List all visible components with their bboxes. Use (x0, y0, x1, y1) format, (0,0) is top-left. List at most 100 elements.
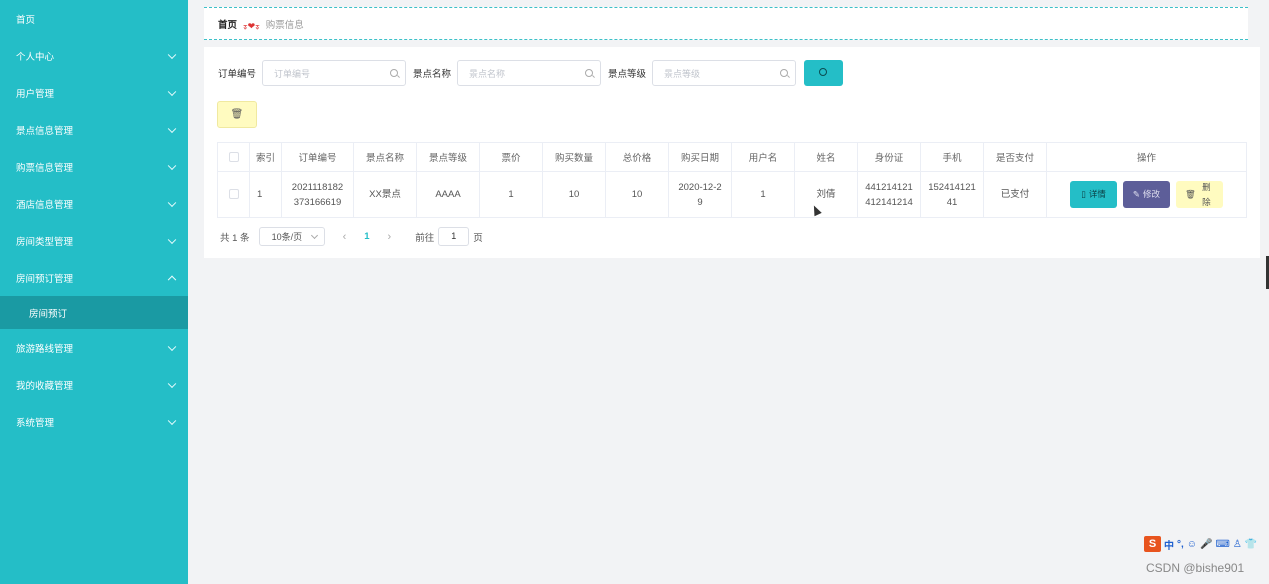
column-header: 订单编号 (281, 142, 354, 172)
chevron-down-icon (167, 416, 177, 425)
sogou-logo-icon[interactable]: S (1144, 536, 1161, 552)
table-row: 1 2021118182 373166619 XX景点 AAAA 1 10 10 … (217, 171, 1247, 218)
spot-name-input[interactable]: 景点名称 (457, 60, 602, 86)
spot-level-label: 景点等级 (608, 69, 647, 80)
column-header: 姓名 (794, 142, 858, 172)
phone-line: 152414121 (928, 181, 976, 193)
next-page-icon[interactable]: › (388, 231, 392, 243)
sidebar-item-ticket-management[interactable]: 购票信息管理 (0, 148, 188, 185)
sidebar-subitem-room-booking[interactable]: 房间预订 (0, 296, 188, 329)
sidebar-item-user-management[interactable]: 用户管理 (0, 74, 188, 111)
edit-button[interactable]: ✎ 修改 (1123, 181, 1170, 208)
goto-page-input[interactable]: 1 (438, 227, 470, 246)
row-select-cell[interactable] (217, 171, 250, 218)
date-line: 2020-12-2 (678, 181, 722, 193)
chevron-down-icon (167, 124, 177, 133)
order-no-cell: 2021118182 373166619 (281, 171, 354, 218)
id-card-line: 412141214 (865, 196, 913, 208)
chevron-down-icon (167, 161, 177, 170)
sidebar-item-room-booking-management[interactable]: 房间预订管理 (0, 259, 188, 296)
sidebar-item-label: 个人中心 (16, 51, 55, 63)
select-all-header[interactable] (217, 142, 250, 172)
emoji-icon[interactable]: ☺ (1187, 539, 1197, 550)
column-header: 购买日期 (668, 142, 732, 172)
spot-level-input[interactable]: 景点等级 (652, 60, 797, 86)
order-no-input[interactable]: 订单编号 (262, 60, 407, 86)
column-header: 身份证 (857, 142, 921, 172)
goto-label: 前往 (415, 232, 435, 244)
user-icon[interactable]: ♙ (1233, 539, 1242, 550)
page-size-select[interactable]: 10条/页 (258, 227, 325, 246)
phone-line: 41 (946, 196, 958, 208)
keyboard-icon[interactable]: ⌨ (1215, 539, 1229, 550)
page-size-value: 10条/页 (271, 232, 303, 242)
id-card-line: 441214121 (865, 181, 913, 193)
search-button[interactable] (804, 60, 844, 86)
sidebar-item-favorites-management[interactable]: 我的收藏管理 (0, 366, 188, 403)
breadcrumb-separator: ᢌ❤ᢌ (243, 20, 260, 31)
search-icon (390, 69, 399, 77)
chevron-up-icon (167, 275, 177, 284)
sidebar-item-label: 房间预订管理 (16, 273, 74, 285)
spot-name-cell: XX景点 (353, 171, 417, 218)
lang-indicator[interactable]: 中 (1164, 537, 1174, 552)
prev-page-icon[interactable]: ‹ (343, 231, 347, 243)
punctuation-icon[interactable]: °, (1177, 539, 1184, 550)
orders-table: 索引 订单编号 景点名称 景点等级 票价 购买数量 总价格 购买日期 用户名 姓… (217, 142, 1247, 218)
quantity-cell: 10 (542, 171, 606, 218)
actions-cell: ▯ 详情 ✎ 修改 🗑 删除 (1046, 171, 1247, 218)
chevron-down-icon (167, 379, 177, 388)
detail-label: 详情 (1088, 189, 1106, 199)
index-cell: 1 (249, 171, 282, 218)
delete-button[interactable]: 🗑 删除 (1176, 181, 1223, 208)
detail-button[interactable]: ▯ 详情 (1070, 181, 1117, 208)
search-form: 订单编号 订单编号 景点名称 景点名称 景点等级 景点等级 (218, 60, 844, 86)
chevron-down-icon (167, 50, 177, 59)
chevron-down-icon (167, 87, 177, 96)
spot-level-placeholder: 景点等级 (664, 68, 701, 79)
column-header: 总价格 (605, 142, 669, 172)
column-header: 景点名称 (353, 142, 417, 172)
column-header: 手机 (920, 142, 984, 172)
sidebar-item-system-management[interactable]: 系统管理 (0, 403, 188, 440)
column-header: 索引 (249, 142, 282, 172)
sidebar-item-label: 系统管理 (16, 417, 55, 429)
sidebar-item-hotel-management[interactable]: 酒店信息管理 (0, 185, 188, 222)
chevron-down-icon (167, 235, 177, 244)
column-header: 景点等级 (416, 142, 480, 172)
shirt-icon[interactable]: 👕 (1245, 539, 1257, 550)
name-cell: 刘倩 (794, 171, 858, 218)
total-cell: 10 (605, 171, 669, 218)
date-cell: 2020-12-2 9 (668, 171, 732, 218)
select-all-checkbox[interactable] (228, 151, 239, 162)
total-count: 共 1 条 (220, 232, 250, 244)
sidebar-item-spot-management[interactable]: 景点信息管理 (0, 111, 188, 148)
chevron-down-icon (167, 342, 177, 351)
search-icon (780, 69, 789, 77)
sidebar-item-travel-route-management[interactable]: 旅游路线管理 (0, 329, 188, 366)
chevron-down-icon (310, 231, 318, 240)
breadcrumb-home[interactable]: 首页 (218, 17, 237, 31)
microphone-icon[interactable]: 🎤 (1200, 539, 1212, 550)
sidebar-item-room-type-management[interactable]: 房间类型管理 (0, 222, 188, 259)
column-header: 票价 (479, 142, 543, 172)
spot-level-cell: AAAA (416, 171, 480, 218)
column-header: 用户名 (731, 142, 795, 172)
price-cell: 1 (479, 171, 543, 218)
sidebar-item-personal-center[interactable]: 个人中心 (0, 37, 188, 74)
sidebar-item-home[interactable]: 首页 (0, 0, 188, 37)
sidebar-item-label: 房间类型管理 (16, 236, 74, 248)
page-number[interactable]: 1 (364, 231, 369, 242)
page-suffix: 页 (473, 232, 483, 244)
content-card: 订单编号 订单编号 景点名称 景点名称 景点等级 景点等级 🗑 索引 订单编号 … (204, 47, 1260, 258)
sidebar: 首页 个人中心 用户管理 景点信息管理 购票信息管理 酒店信息管理 房间类型管理… (0, 0, 188, 584)
paid-cell: 已支付 (983, 171, 1047, 218)
phone-cell: 152414121 41 (920, 171, 984, 218)
document-icon: ▯ (1081, 189, 1086, 199)
pencil-icon: ✎ (1132, 189, 1141, 199)
trash-icon: 🗑 (230, 109, 244, 120)
row-checkbox[interactable] (228, 189, 239, 200)
order-no-label: 订单编号 (218, 69, 257, 80)
breadcrumb: 首页 ᢌ❤ᢌ 购票信息 (204, 7, 1248, 40)
batch-delete-button[interactable]: 🗑 (217, 101, 257, 128)
